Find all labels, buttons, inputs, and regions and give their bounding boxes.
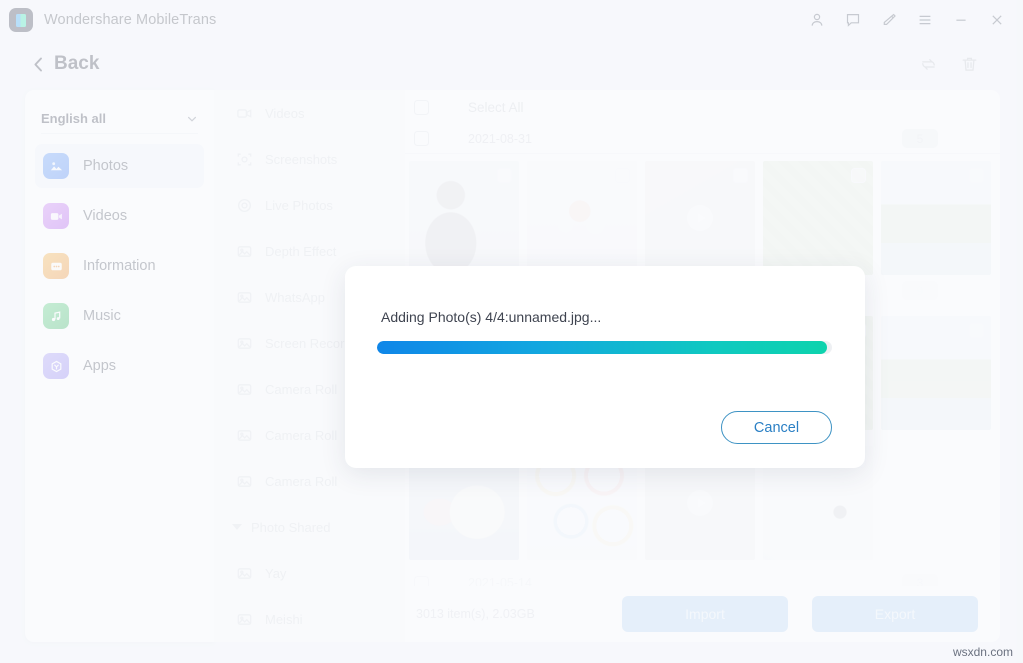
app-window: Wondershare MobileTrans — [0, 0, 1023, 663]
progress-message: Adding Photo(s) 4/4:unnamed.jpg... — [381, 309, 602, 325]
cancel-button[interactable]: Cancel — [721, 411, 832, 444]
progress-bar-fill — [377, 341, 828, 354]
progress-dialog: Adding Photo(s) 4/4:unnamed.jpg... Cance… — [345, 266, 865, 468]
progress-bar — [377, 341, 832, 354]
watermark: wsxdn.com — [952, 645, 1013, 659]
